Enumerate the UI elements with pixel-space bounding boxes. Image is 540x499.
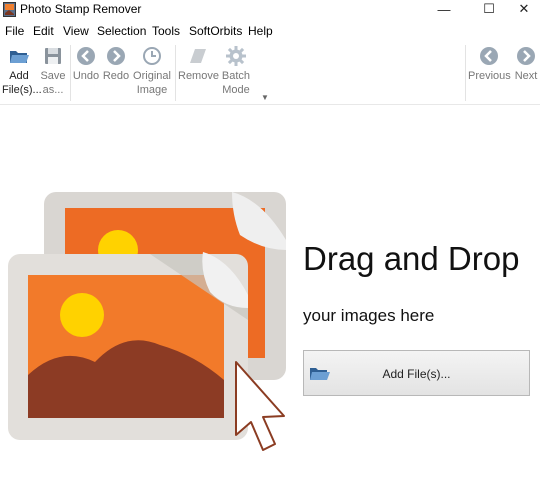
toolbar-separator bbox=[175, 45, 176, 101]
redo-icon bbox=[107, 47, 125, 65]
save-as-button[interactable]: Save as... bbox=[38, 45, 68, 97]
gear-icon bbox=[226, 46, 246, 66]
floppy-disk-icon bbox=[45, 48, 61, 64]
redo-button[interactable]: Redo bbox=[101, 45, 131, 83]
menu-file[interactable]: File bbox=[5, 24, 24, 38]
next-button[interactable]: Next bbox=[512, 45, 540, 83]
previous-arrow-icon bbox=[480, 47, 498, 65]
window-title: Photo Stamp Remover bbox=[20, 2, 142, 16]
previous-button[interactable]: Previous bbox=[468, 45, 511, 83]
menu-tools[interactable]: Tools bbox=[152, 24, 180, 38]
remove-button[interactable]: Remove bbox=[178, 45, 219, 83]
toolbar: Add File(s)... Save as... Undo Redo Orig… bbox=[0, 41, 540, 105]
open-folder-icon bbox=[10, 51, 29, 63]
drag-drop-heading: Drag and Drop bbox=[303, 240, 520, 277]
original-image-button[interactable]: Original Image bbox=[131, 45, 173, 97]
close-button[interactable]: ✕ bbox=[507, 0, 540, 18]
toolbar-separator bbox=[70, 45, 71, 101]
drag-drop-subheading: your images here bbox=[303, 306, 435, 325]
add-files-button-label: Add File(s)... bbox=[382, 367, 451, 381]
menu-softorbits[interactable]: SoftOrbits bbox=[189, 24, 242, 38]
maximize-button[interactable]: ☐ bbox=[472, 0, 506, 18]
menu-help[interactable]: Help bbox=[248, 24, 273, 38]
minimize-button[interactable]: — bbox=[427, 0, 461, 18]
add-files-button[interactable]: Add File(s)... bbox=[303, 350, 530, 396]
menu-view[interactable]: View bbox=[63, 24, 89, 38]
add-files-toolbar-button[interactable]: Add File(s)... bbox=[2, 45, 42, 97]
clock-icon bbox=[143, 47, 161, 65]
title-bar: Photo Stamp Remover — ☐ ✕ bbox=[0, 0, 540, 20]
menu-bar: File Edit View Selection Tools SoftOrbit… bbox=[0, 21, 540, 41]
front-photo-image bbox=[8, 252, 248, 440]
menu-selection[interactable]: Selection bbox=[97, 24, 146, 38]
undo-icon bbox=[77, 47, 95, 65]
app-icon bbox=[3, 2, 16, 17]
drop-images-illustration bbox=[8, 192, 286, 451]
menu-edit[interactable]: Edit bbox=[33, 24, 54, 38]
next-arrow-icon bbox=[517, 47, 535, 65]
batch-mode-button[interactable]: Batch Mode bbox=[219, 45, 253, 97]
eraser-icon bbox=[190, 49, 206, 63]
toolbar-separator bbox=[465, 45, 466, 101]
undo-button[interactable]: Undo bbox=[72, 45, 100, 83]
toolbar-overflow-icon[interactable]: ▼ bbox=[261, 93, 269, 102]
